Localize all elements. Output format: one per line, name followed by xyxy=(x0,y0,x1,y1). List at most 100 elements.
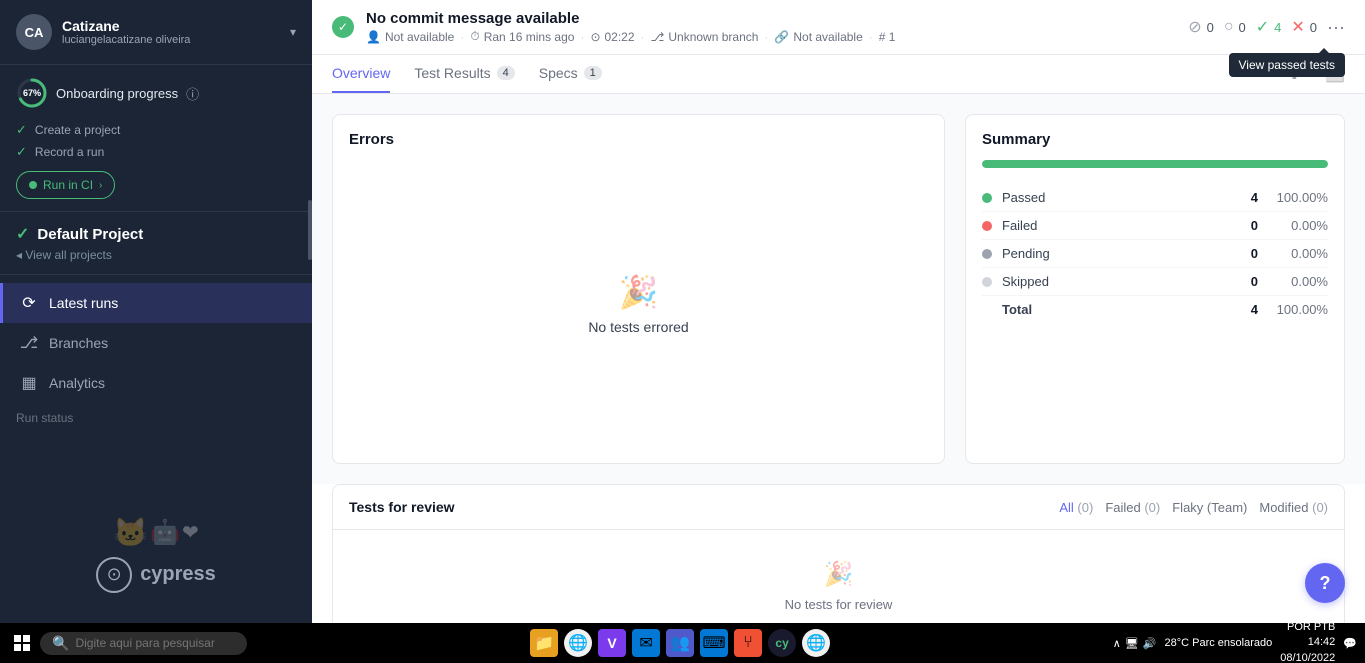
party-icon: 🎉 xyxy=(619,273,659,311)
progress-pct: 67% xyxy=(23,88,41,98)
commit-title: No commit message available xyxy=(366,10,895,27)
taskbar-app-chrome[interactable]: 🌐 xyxy=(564,629,592,657)
taskbar-app-v[interactable]: V xyxy=(598,629,626,657)
tab-specs-label: Specs xyxy=(539,65,578,81)
passed-dot xyxy=(982,193,992,203)
check-icon-2: ✓ xyxy=(16,144,27,160)
onboarding-item-2-label: Record a run xyxy=(35,145,104,159)
review-title: Tests for review xyxy=(349,499,455,515)
taskbar-apps: 📁 🌐 V ✉ 👥 ⌨ ⑂ cy 🌐 xyxy=(530,629,830,657)
onboarding-item-2: ✓ Record a run xyxy=(16,141,296,163)
summary-panel-title: Summary xyxy=(982,131,1328,148)
run-in-ci-button[interactable]: Run in CI › xyxy=(16,171,115,199)
taskbar-app-cypress[interactable]: cy xyxy=(768,629,796,657)
sidebar-item-branches[interactable]: ⎇ Branches xyxy=(0,323,312,363)
filter-all[interactable]: All (0) xyxy=(1059,500,1093,515)
taskbar-left: 🔍 xyxy=(8,629,247,657)
view-passed-tooltip: View passed tests xyxy=(1229,53,1346,77)
no-errors-text: No tests errored xyxy=(588,319,688,335)
commit-status-icon: ✓ xyxy=(332,16,354,38)
summary-progress-bar xyxy=(982,160,1328,168)
taskbar-app-email[interactable]: ✉ xyxy=(632,629,660,657)
taskbar-app-teams[interactable]: 👥 xyxy=(666,629,694,657)
volume-icon: 🔊 xyxy=(1143,637,1157,650)
windows-start-icon[interactable] xyxy=(8,629,36,657)
tabs-bar: Overview Test Results 4 Specs 1 ⬆ ⬜ xyxy=(312,55,1365,94)
meta-user-icon: 👤 Not available xyxy=(366,30,454,44)
cypress-logo-text: cypress xyxy=(140,563,216,586)
failed-filter-count: (0) xyxy=(1144,500,1160,515)
more-options-icon[interactable]: ··· xyxy=(1327,17,1345,38)
progress-ring: 67% xyxy=(16,77,48,109)
skipped-dot xyxy=(982,277,992,287)
skipped-pct: 0.00% xyxy=(1258,274,1328,289)
review-filters: All (0) Failed (0) Flaky (Team) Modified… xyxy=(1059,500,1328,515)
passed-pct: 100.00% xyxy=(1258,190,1328,205)
project-name-label: Default Project xyxy=(37,226,143,243)
errors-panel-title: Errors xyxy=(349,131,928,148)
avatar: CA xyxy=(16,14,52,50)
project-check-icon: ✓ xyxy=(16,224,29,244)
chevron-down-icon[interactable]: ▾ xyxy=(290,25,296,39)
passed-check-icon: ✓ xyxy=(1256,17,1269,37)
taskbar-app-git[interactable]: ⑂ xyxy=(734,629,762,657)
taskbar-app-explorer[interactable]: 📁 xyxy=(530,629,558,657)
weather-info: 28°C Parc ensolarado xyxy=(1164,637,1272,649)
sidebar-item-analytics-label: Analytics xyxy=(49,375,105,391)
ci-dot-icon xyxy=(29,181,37,189)
help-button[interactable]: ? xyxy=(1305,563,1345,603)
taskbar-app-vscode[interactable]: ⌨ xyxy=(700,629,728,657)
summary-row-passed: Passed 4 100.00% xyxy=(982,184,1328,212)
status-failed: ○ 0 xyxy=(1224,18,1246,36)
passed-label: Passed xyxy=(1002,190,1228,205)
failed-dot xyxy=(982,221,992,231)
all-count: (0) xyxy=(1077,500,1093,515)
filter-flaky[interactable]: Flaky (Team) xyxy=(1172,500,1247,515)
notification-icon[interactable]: 💬 xyxy=(1343,637,1357,650)
locale-label: POR PTB xyxy=(1280,620,1335,635)
summary-panel: Summary Passed 4 100.00% Failed 0 0.00% xyxy=(965,114,1345,464)
latest-runs-icon: ⟳ xyxy=(19,293,39,313)
meta-branch: ⎇ Unknown branch xyxy=(651,30,759,44)
sidebar-scrollbar[interactable] xyxy=(308,200,312,260)
view-all-projects-link[interactable]: ◂ View all projects xyxy=(16,248,296,262)
sidebar-bottom: 🐱 🤖 ❤ ⊙ cypress xyxy=(0,459,312,637)
cancel-icon: ⊘ xyxy=(1188,17,1201,37)
skipped-label: Skipped xyxy=(1002,274,1228,289)
onboarding-header: 67% Onboarding progress ⓘ xyxy=(16,77,296,109)
taskbar-app-chrome2[interactable]: 🌐 xyxy=(802,629,830,657)
top-bar-right: ⊘ 0 ○ 0 ✓ 4 ✕ 0 View passed tests ··· xyxy=(1188,17,1345,38)
pending-label: Pending xyxy=(1002,246,1228,261)
windows-logo xyxy=(14,635,30,651)
tab-overview[interactable]: Overview xyxy=(332,55,390,93)
total-dot xyxy=(982,305,992,315)
errored-count: 0 xyxy=(1310,20,1317,35)
date-display: 08/10/2022 xyxy=(1280,651,1335,663)
meta-run-number: # 1 xyxy=(879,30,896,44)
taskbar-search-input[interactable] xyxy=(75,636,235,650)
network-icon: 🖥 xyxy=(1125,637,1139,650)
content-area: Errors 🎉 No tests errored Summary Passed… xyxy=(312,94,1365,484)
status-cancelled: ⊘ 0 xyxy=(1188,17,1214,37)
filter-failed[interactable]: Failed (0) xyxy=(1105,500,1160,515)
ci-button-label: Run in CI xyxy=(43,178,93,192)
run-status-label: Run status xyxy=(0,403,312,429)
onboarding-info-icon[interactable]: ⓘ xyxy=(186,84,199,103)
passed-value: 4 xyxy=(1228,190,1258,205)
project-name: ✓ Default Project xyxy=(16,224,296,244)
sidebar-item-analytics[interactable]: ▦ Analytics xyxy=(0,363,312,403)
error-x-icon: ✕ xyxy=(1291,17,1304,37)
sidebar: CA Catizane luciangelacatizane oliveira … xyxy=(0,0,312,663)
progress-bar-fill xyxy=(982,160,1328,168)
project-section: ✓ Default Project ◂ View all projects xyxy=(0,212,312,275)
chevron-up-icon[interactable]: ∧ xyxy=(1113,637,1121,650)
analytics-icon: ▦ xyxy=(19,373,39,393)
pending-pct: 0.00% xyxy=(1258,246,1328,261)
errors-panel: Errors 🎉 No tests errored xyxy=(332,114,945,464)
taskbar-search[interactable]: 🔍 xyxy=(40,632,247,655)
filter-modified[interactable]: Modified (0) xyxy=(1259,500,1328,515)
onboarding-item-1: ✓ Create a project xyxy=(16,119,296,141)
sidebar-item-latest-runs[interactable]: ⟳ Latest runs xyxy=(0,283,312,323)
tab-specs[interactable]: Specs 1 xyxy=(539,55,602,93)
tab-test-results[interactable]: Test Results 4 xyxy=(414,55,514,93)
